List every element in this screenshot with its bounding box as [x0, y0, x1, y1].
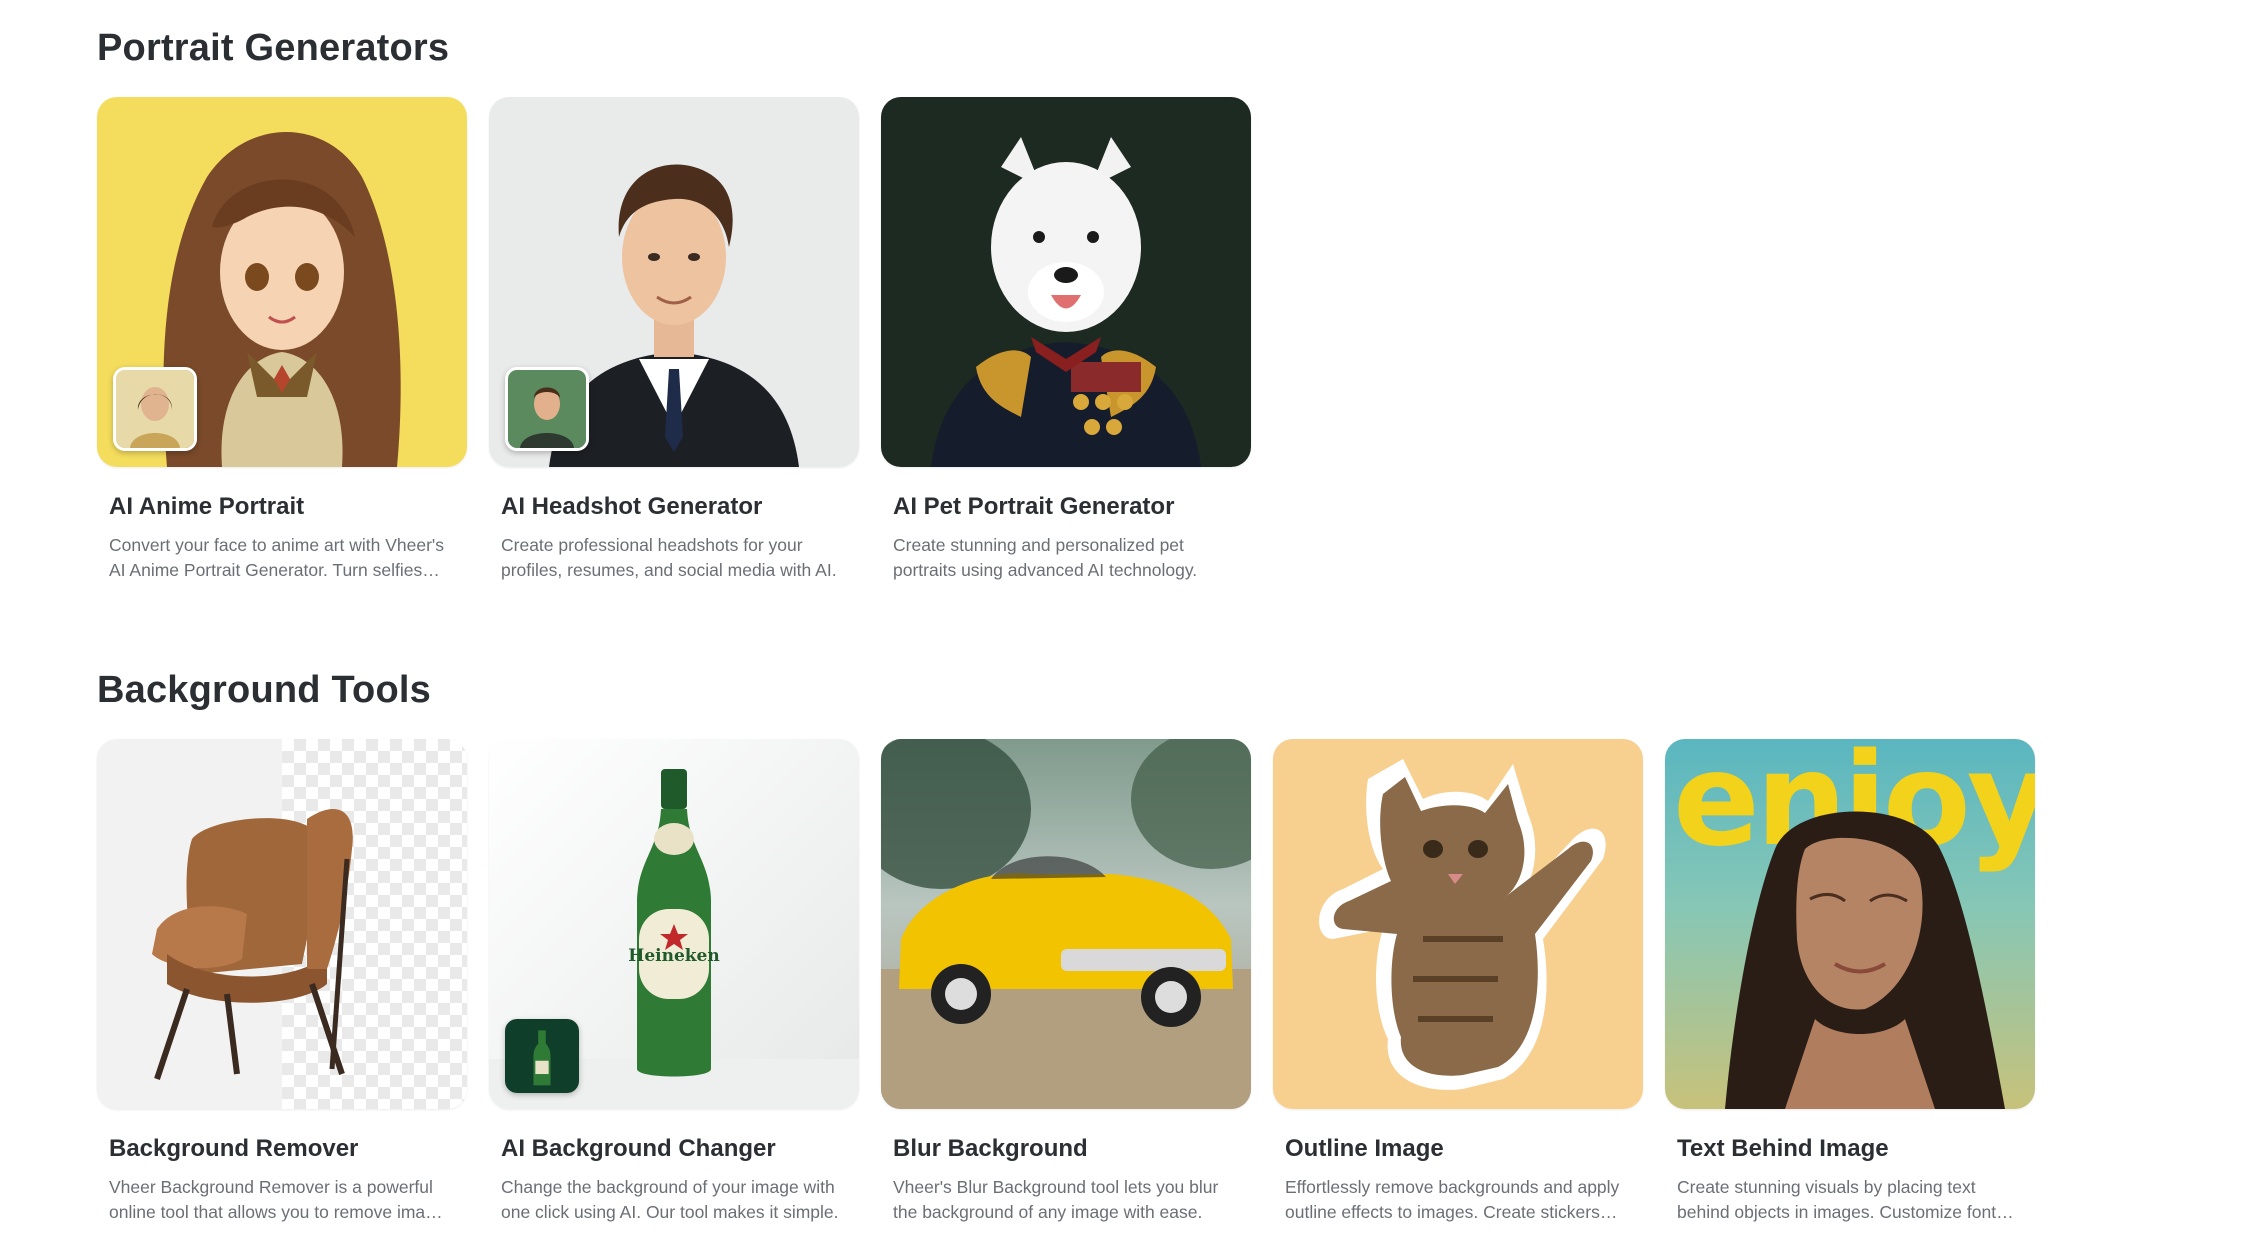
card-background-remover[interactable]: Background Remover Vheer Background Remo…	[97, 738, 467, 1225]
card-thumbnail[interactable]	[881, 96, 1251, 467]
card-thumbnail[interactable]	[489, 96, 859, 467]
card-description: Create stunning visuals by placing text …	[1677, 1176, 2005, 1222]
source-photo-thumbnail	[505, 1018, 579, 1093]
card-description: Effortlessly remove backgrounds and appl…	[1285, 1176, 1620, 1222]
card-text-behind-image[interactable]: enjoy Text Behind Image Create stunning …	[1665, 738, 2035, 1225]
card-title: AI Pet Portrait Generator	[893, 492, 1175, 520]
card-outline-image[interactable]: Outline Image Effortlessly remove backgr…	[1273, 738, 1643, 1225]
card-blur-background[interactable]: Blur Background Vheer's Blur Background …	[881, 738, 1251, 1225]
yellow-car-image	[881, 738, 1251, 1109]
source-photo-thumbnail	[113, 366, 197, 451]
card-title: AI Headshot Generator	[501, 492, 763, 520]
card-thumbnail[interactable]	[97, 96, 467, 467]
card-ai-background-changer[interactable]: Heineken AI Background Changer Change th…	[489, 738, 859, 1225]
card-title: Text Behind Image	[1677, 1134, 1889, 1162]
card-description: Vheer's Blur Background tool lets you bl…	[893, 1176, 1219, 1222]
section-title: Background Tools	[97, 669, 431, 711]
kitten-sticker-image	[1273, 738, 1643, 1109]
card-description: Vheer Background Remover is a powerful o…	[109, 1176, 445, 1222]
card-ai-headshot-generator[interactable]: AI Headshot Generator Create professiona…	[489, 96, 859, 583]
card-title: Outline Image	[1285, 1134, 1444, 1162]
card-ai-pet-portrait-generator[interactable]: AI Pet Portrait Generator Create stunnin…	[881, 96, 1251, 583]
card-description: Create stunning and personalized pet por…	[893, 534, 1198, 580]
bottle-label-text: Heineken	[628, 946, 719, 966]
chair-image	[152, 808, 353, 1080]
card-title: Background Remover	[109, 1134, 359, 1162]
card-description: Convert your face to anime art with Vhee…	[109, 534, 445, 580]
section-background-tools: Background Tools Background Remover Vhee…	[97, 668, 2035, 1225]
card-thumbnail[interactable]: enjoy	[1665, 738, 2035, 1109]
card-ai-anime-portrait[interactable]: AI Anime Portrait Convert your face to a…	[97, 96, 467, 583]
section-portrait-generators: Portrait Generators AI Anime Portrait Co…	[97, 26, 1251, 583]
woman-portrait-image	[1725, 811, 2005, 1109]
card-thumbnail[interactable]	[1273, 738, 1643, 1109]
source-photo-thumbnail	[505, 366, 589, 451]
pet-portrait-image	[881, 96, 1251, 467]
card-title: Blur Background	[893, 1134, 1088, 1162]
card-thumbnail[interactable]	[881, 738, 1251, 1109]
tool-grid: AI Anime Portrait Convert your face to a…	[97, 96, 1251, 583]
card-title: AI Anime Portrait	[109, 492, 305, 520]
card-description: Create professional headshots for your p…	[501, 534, 837, 580]
card-title: AI Background Changer	[501, 1134, 776, 1162]
section-title: Portrait Generators	[97, 27, 450, 69]
card-thumbnail[interactable]	[97, 738, 467, 1109]
card-description: Change the background of your image with…	[501, 1176, 839, 1222]
card-thumbnail[interactable]: Heineken	[489, 738, 859, 1109]
tool-grid: Background Remover Vheer Background Remo…	[97, 738, 2035, 1225]
